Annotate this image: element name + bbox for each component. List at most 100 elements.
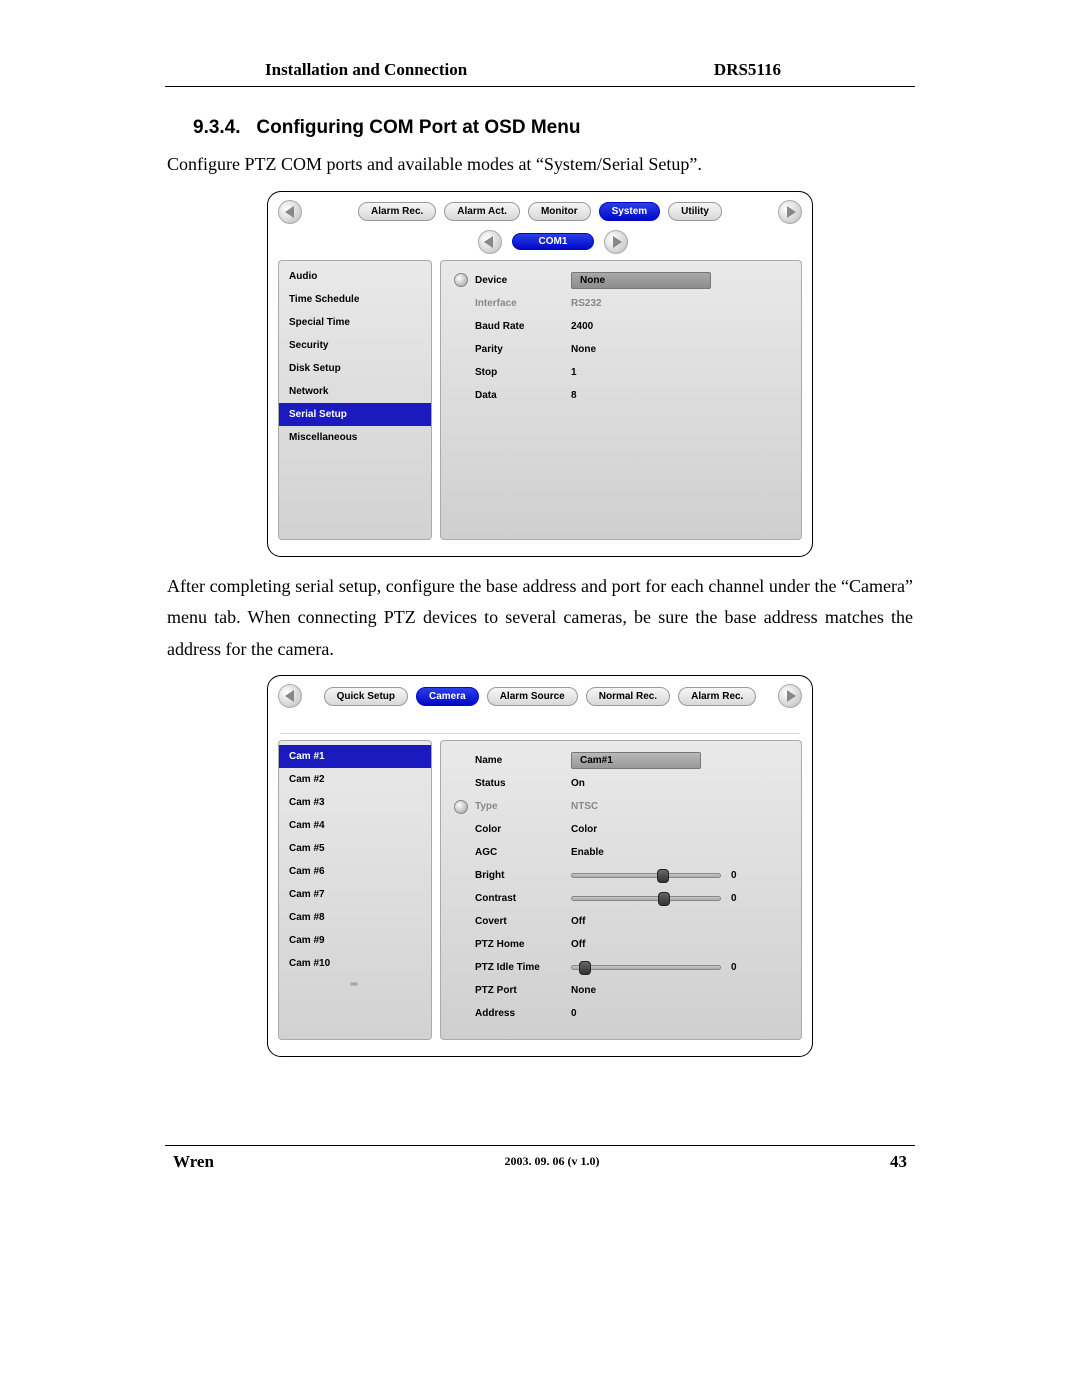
tab-quick-setup[interactable]: Quick Setup bbox=[324, 687, 408, 706]
sidebar-item-cam-8[interactable]: Cam #8 bbox=[279, 906, 431, 929]
detail-label: Color bbox=[471, 824, 571, 835]
footer-page-number: 43 bbox=[890, 1152, 907, 1172]
detail-label: AGC bbox=[471, 847, 571, 858]
slider-value: 0 bbox=[731, 962, 737, 973]
mid-paragraph: After completing serial setup, configure… bbox=[167, 571, 913, 666]
sidebar-item-cam-2[interactable]: Cam #2 bbox=[279, 768, 431, 791]
detail-row-ptz-idle-time: PTZ Idle Time 0 bbox=[451, 956, 791, 979]
sidebar-item-special-time[interactable]: Special Time bbox=[279, 311, 431, 334]
detail-value: Color bbox=[571, 824, 791, 835]
sidebar-item-time-schedule[interactable]: Time Schedule bbox=[279, 288, 431, 311]
osd-panel-camera: Quick Setup Camera Alarm Source Normal Rec.… bbox=[267, 675, 813, 1057]
detail-value[interactable]: 0 bbox=[571, 962, 791, 974]
sidebar-item-serial-setup[interactable]: Serial Setup bbox=[279, 403, 431, 426]
sidebar-item-disk-setup[interactable]: Disk Setup bbox=[279, 357, 431, 380]
slider-value: 0 bbox=[731, 870, 737, 881]
detail-row-interface: InterfaceRS232 bbox=[451, 292, 791, 315]
detail-value: 8 bbox=[571, 390, 791, 401]
detail-label: Covert bbox=[471, 916, 571, 927]
slider-value: 0 bbox=[731, 893, 737, 904]
detail-row-color: ColorColor bbox=[451, 818, 791, 841]
detail-row-contrast: Contrast0 bbox=[451, 887, 791, 910]
detail-row-device: DeviceNone bbox=[451, 269, 791, 292]
detail-value: Off bbox=[571, 939, 791, 950]
tabs-next-arrow[interactable] bbox=[778, 200, 802, 224]
sidebar-item-audio[interactable]: Audio bbox=[279, 265, 431, 288]
tabs-prev-arrow[interactable] bbox=[278, 684, 302, 708]
sidebar-item-cam-1[interactable]: Cam #1 bbox=[279, 745, 431, 768]
detail-pane-2: NameCam#1StatusOnTypeNTSCColorColorAGCEn… bbox=[440, 740, 802, 1040]
detail-row-parity: ParityNone bbox=[451, 338, 791, 361]
page-footer: Wren 2003. 09. 06 (v 1.0) 43 bbox=[165, 1145, 915, 1172]
detail-value[interactable]: 0 bbox=[571, 870, 791, 882]
detail-label: PTZ Port bbox=[471, 985, 571, 996]
slider-track bbox=[571, 873, 721, 878]
tab-monitor[interactable]: Monitor bbox=[528, 202, 591, 221]
sidebar-item-cam-7[interactable]: Cam #7 bbox=[279, 883, 431, 906]
divider bbox=[280, 714, 800, 734]
bullet-disc-icon bbox=[454, 800, 468, 814]
intro-paragraph: Configure PTZ COM ports and available mo… bbox=[167, 149, 913, 181]
slider[interactable] bbox=[571, 893, 721, 905]
sidebar-item-cam-3[interactable]: Cam #3 bbox=[279, 791, 431, 814]
detail-row-name: NameCam#1 bbox=[451, 749, 791, 772]
detail-row-ptz-port: PTZ PortNone bbox=[451, 979, 791, 1002]
detail-value: On bbox=[571, 778, 791, 789]
slider-track bbox=[571, 965, 721, 970]
detail-row-data: Data8 bbox=[451, 384, 791, 407]
tabs-prev-arrow[interactable] bbox=[278, 200, 302, 224]
detail-row-status: StatusOn bbox=[451, 772, 791, 795]
sidebar-item-cam-10[interactable]: Cam #10 bbox=[279, 952, 431, 975]
sidebar-item-network[interactable]: Network bbox=[279, 380, 431, 403]
tab-alarm-rec-[interactable]: Alarm Rec. bbox=[358, 202, 436, 221]
tab-normal-rec-[interactable]: Normal Rec. bbox=[586, 687, 670, 706]
detail-label: Name bbox=[471, 755, 571, 766]
detail-label: Parity bbox=[471, 344, 571, 355]
value-input[interactable]: Cam#1 bbox=[571, 752, 701, 769]
sidebar-item-cam-6[interactable]: Cam #6 bbox=[279, 860, 431, 883]
slider[interactable] bbox=[571, 870, 721, 882]
sidebar-scroll-handle[interactable]: ═ bbox=[279, 975, 431, 990]
slider-knob[interactable] bbox=[657, 869, 669, 883]
detail-value[interactable]: None bbox=[571, 272, 791, 289]
slider[interactable] bbox=[571, 962, 721, 974]
sub-tab-com1[interactable]: COM1 bbox=[512, 233, 595, 250]
footer-brand: Wren bbox=[173, 1152, 214, 1172]
sidebar-item-cam-4[interactable]: Cam #4 bbox=[279, 814, 431, 837]
detail-value: Enable bbox=[571, 847, 791, 858]
detail-value[interactable]: Cam#1 bbox=[571, 752, 791, 769]
detail-row-bright: Bright0 bbox=[451, 864, 791, 887]
detail-row-agc: AGCEnable bbox=[451, 841, 791, 864]
detail-value: None bbox=[571, 344, 791, 355]
tabs-next-arrow[interactable] bbox=[778, 684, 802, 708]
tab-alarm-source[interactable]: Alarm Source bbox=[487, 687, 578, 706]
tab-alarm-act-[interactable]: Alarm Act. bbox=[444, 202, 520, 221]
detail-row-type: TypeNTSC bbox=[451, 795, 791, 818]
detail-value[interactable]: 0 bbox=[571, 893, 791, 905]
tab-utility[interactable]: Utility bbox=[668, 202, 722, 221]
sidebar-item-miscellaneous[interactable]: Miscellaneous bbox=[279, 426, 431, 449]
detail-value: RS232 bbox=[571, 298, 791, 309]
tab-camera[interactable]: Camera bbox=[416, 687, 479, 706]
slider-knob[interactable] bbox=[579, 961, 591, 975]
footer-version: 2003. 09. 06 (v 1.0) bbox=[504, 1152, 599, 1172]
detail-label: PTZ Idle Time bbox=[471, 962, 571, 973]
section-heading: 9.3.4. Configuring COM Port at OSD Menu bbox=[193, 117, 915, 139]
tab-system[interactable]: System bbox=[599, 202, 661, 221]
detail-label: Baud Rate bbox=[471, 321, 571, 332]
tab-alarm-rec-[interactable]: Alarm Rec. bbox=[678, 687, 756, 706]
subtab-prev-arrow[interactable] bbox=[478, 230, 502, 254]
sidebar-item-cam-9[interactable]: Cam #9 bbox=[279, 929, 431, 952]
row-bullet bbox=[451, 800, 471, 814]
sidebar-item-security[interactable]: Security bbox=[279, 334, 431, 357]
value-dropdown[interactable]: None bbox=[571, 272, 711, 289]
tab-row-1: Alarm Rec. Alarm Act. Monitor System Utility bbox=[278, 200, 802, 224]
section-title-text: Configuring COM Port at OSD Menu bbox=[256, 117, 580, 138]
detail-label: PTZ Home bbox=[471, 939, 571, 950]
sidebar-list-2: Cam #1Cam #2Cam #3Cam #4Cam #5Cam #6Cam … bbox=[278, 740, 432, 1040]
subtab-next-arrow[interactable] bbox=[604, 230, 628, 254]
detail-pane-1: DeviceNoneInterfaceRS232Baud Rate2400Par… bbox=[440, 260, 802, 540]
tabs-container-2: Quick Setup Camera Alarm Source Normal Rec.… bbox=[310, 687, 770, 706]
sidebar-item-cam-5[interactable]: Cam #5 bbox=[279, 837, 431, 860]
slider-knob[interactable] bbox=[658, 892, 670, 906]
